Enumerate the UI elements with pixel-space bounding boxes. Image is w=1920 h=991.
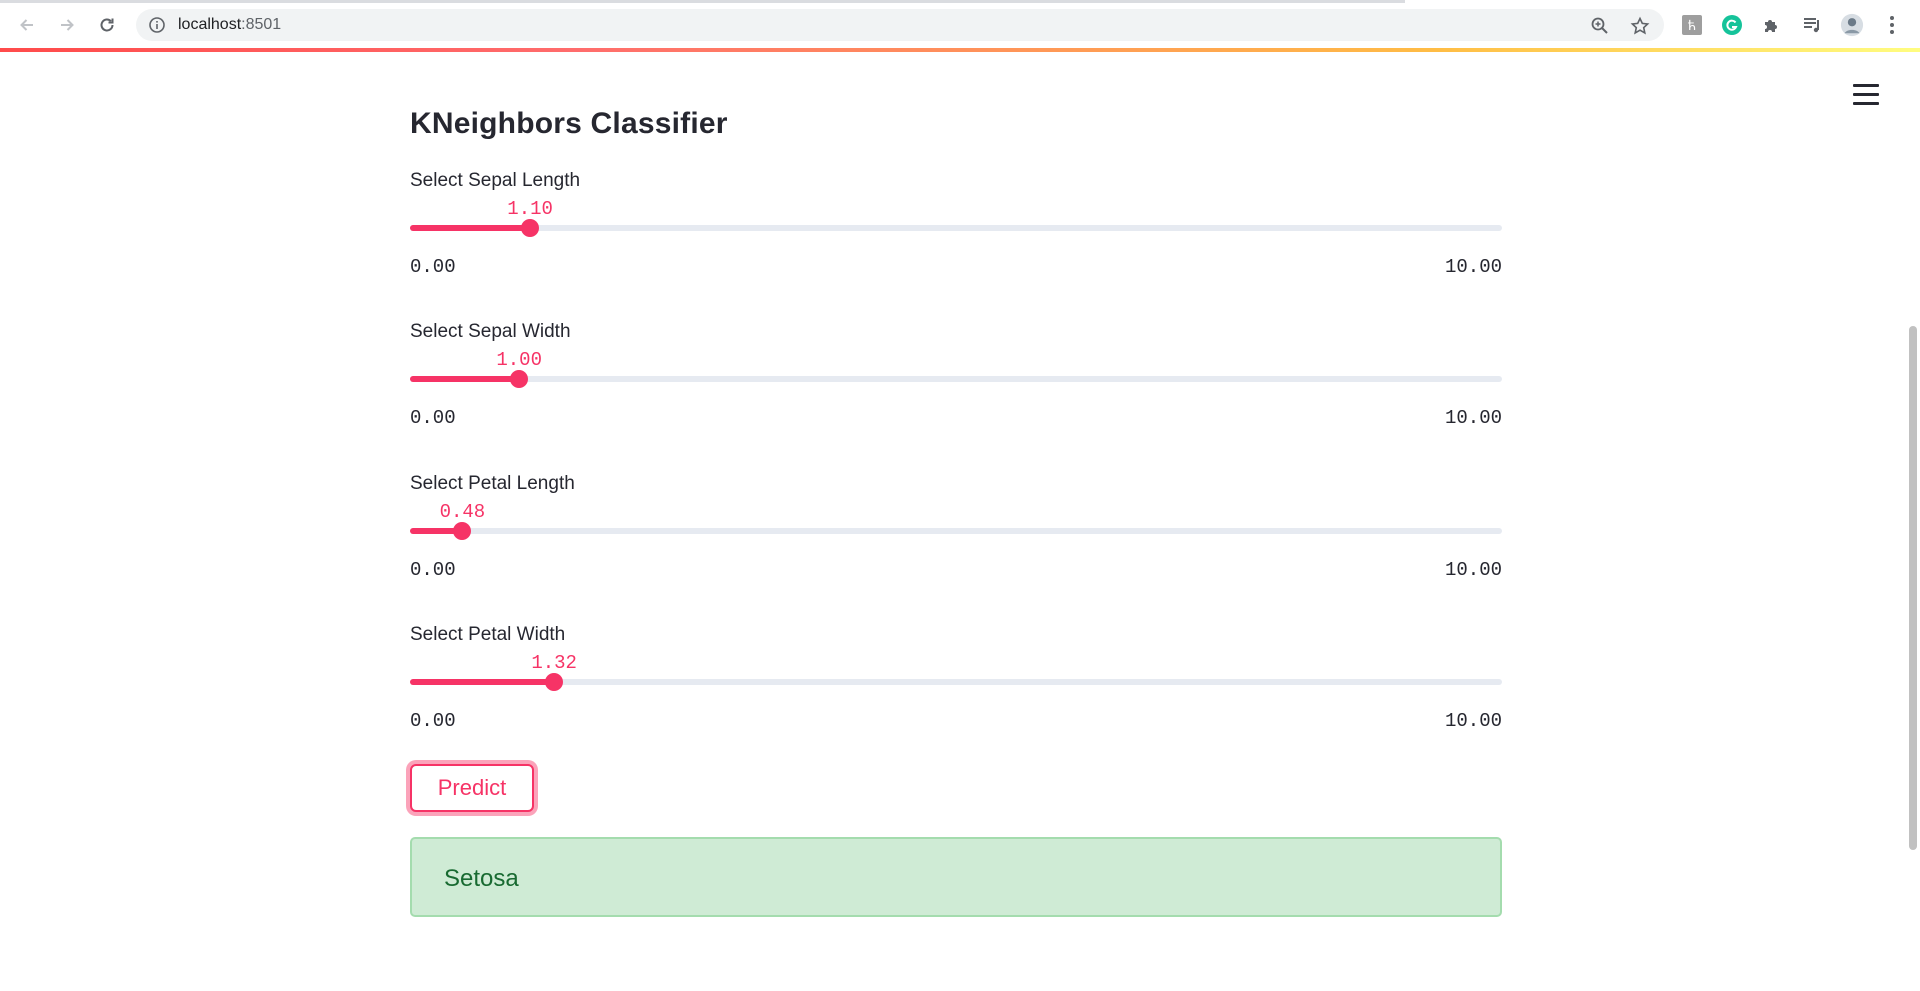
back-arrow-icon[interactable] xyxy=(14,12,40,38)
slider-max-label: 10.00 xyxy=(1444,407,1502,429)
slider-fill xyxy=(410,376,520,382)
slider-label: Select Sepal Length xyxy=(410,170,581,191)
forward-arrow-icon[interactable] xyxy=(54,12,80,38)
slider-label: Select Petal Width xyxy=(410,624,566,645)
scrollbar-thumb[interactable] xyxy=(1909,326,1917,850)
kebab-menu-icon[interactable] xyxy=(1880,13,1904,37)
slider-min-label: 0.00 xyxy=(410,559,456,581)
slider-min-label: 0.00 xyxy=(410,407,456,429)
slider-value: 1.10 xyxy=(507,198,553,220)
app-decoration-bar xyxy=(0,48,1920,52)
tab-strip-edge xyxy=(0,0,1405,3)
slider-thumb[interactable] xyxy=(521,219,540,237)
predict-button[interactable]: Predict xyxy=(410,764,534,812)
page-scrollbar[interactable] xyxy=(1905,52,1920,991)
slider-fill xyxy=(410,679,555,685)
grammarly-icon[interactable] xyxy=(1720,13,1744,37)
reload-icon[interactable] xyxy=(94,12,120,38)
slider-min-label: 0.00 xyxy=(410,256,456,278)
slider-track[interactable] xyxy=(410,528,1502,534)
browser-toolbar: localhost:8501 ћ xyxy=(0,0,1920,49)
success-alert: Setosa xyxy=(410,837,1502,917)
slider-track[interactable] xyxy=(410,376,1502,382)
svg-text:ћ: ћ xyxy=(1688,19,1696,34)
media-queue-icon[interactable] xyxy=(1800,13,1824,37)
hamburger-icon[interactable] xyxy=(1853,84,1879,106)
slider-sepal-length: Select Sepal Length 1.10 0.00 10.00 xyxy=(410,170,1502,290)
slider-max-label: 10.00 xyxy=(1444,559,1502,581)
slider-thumb[interactable] xyxy=(545,673,564,691)
slider-thumb[interactable] xyxy=(453,522,472,540)
prediction-result: Setosa xyxy=(444,865,519,892)
zoom-icon[interactable] xyxy=(1590,16,1610,36)
slider-value: 1.00 xyxy=(496,349,542,371)
url-host: localhost xyxy=(178,16,242,33)
slider-label: Select Petal Length xyxy=(410,473,575,494)
slider-value: 0.48 xyxy=(439,501,486,523)
slider-petal-length: Select Petal Length 0.48 0.00 10.00 xyxy=(410,473,1502,593)
slider-track[interactable] xyxy=(410,679,1502,685)
slider-max-label: 10.00 xyxy=(1444,710,1502,732)
url-port: :8501 xyxy=(241,16,282,33)
puzzle-icon[interactable] xyxy=(1760,13,1784,37)
info-icon[interactable] xyxy=(148,16,166,34)
slider-max-label: 10.00 xyxy=(1444,256,1502,278)
slider-sepal-width: Select Sepal Width 1.00 0.00 10.00 xyxy=(410,321,1502,441)
address-bar[interactable]: localhost:8501 xyxy=(136,9,1664,41)
slider-thumb[interactable] xyxy=(510,370,529,388)
slider-petal-width: Select Petal Width 1.32 0.00 10.00 xyxy=(410,624,1502,744)
star-icon[interactable] xyxy=(1630,16,1650,36)
extension-h-icon[interactable]: ћ xyxy=(1680,13,1704,37)
slider-value: 1.32 xyxy=(531,652,577,674)
slider-min-label: 0.00 xyxy=(410,710,456,732)
slider-label: Select Sepal Width xyxy=(410,321,571,342)
profile-avatar[interactable] xyxy=(1840,13,1864,37)
slider-fill xyxy=(410,225,531,231)
slider-track[interactable] xyxy=(410,225,1502,231)
url-text: localhost:8501 xyxy=(178,16,281,34)
page-title: KNeighbors Classifier xyxy=(410,107,728,140)
